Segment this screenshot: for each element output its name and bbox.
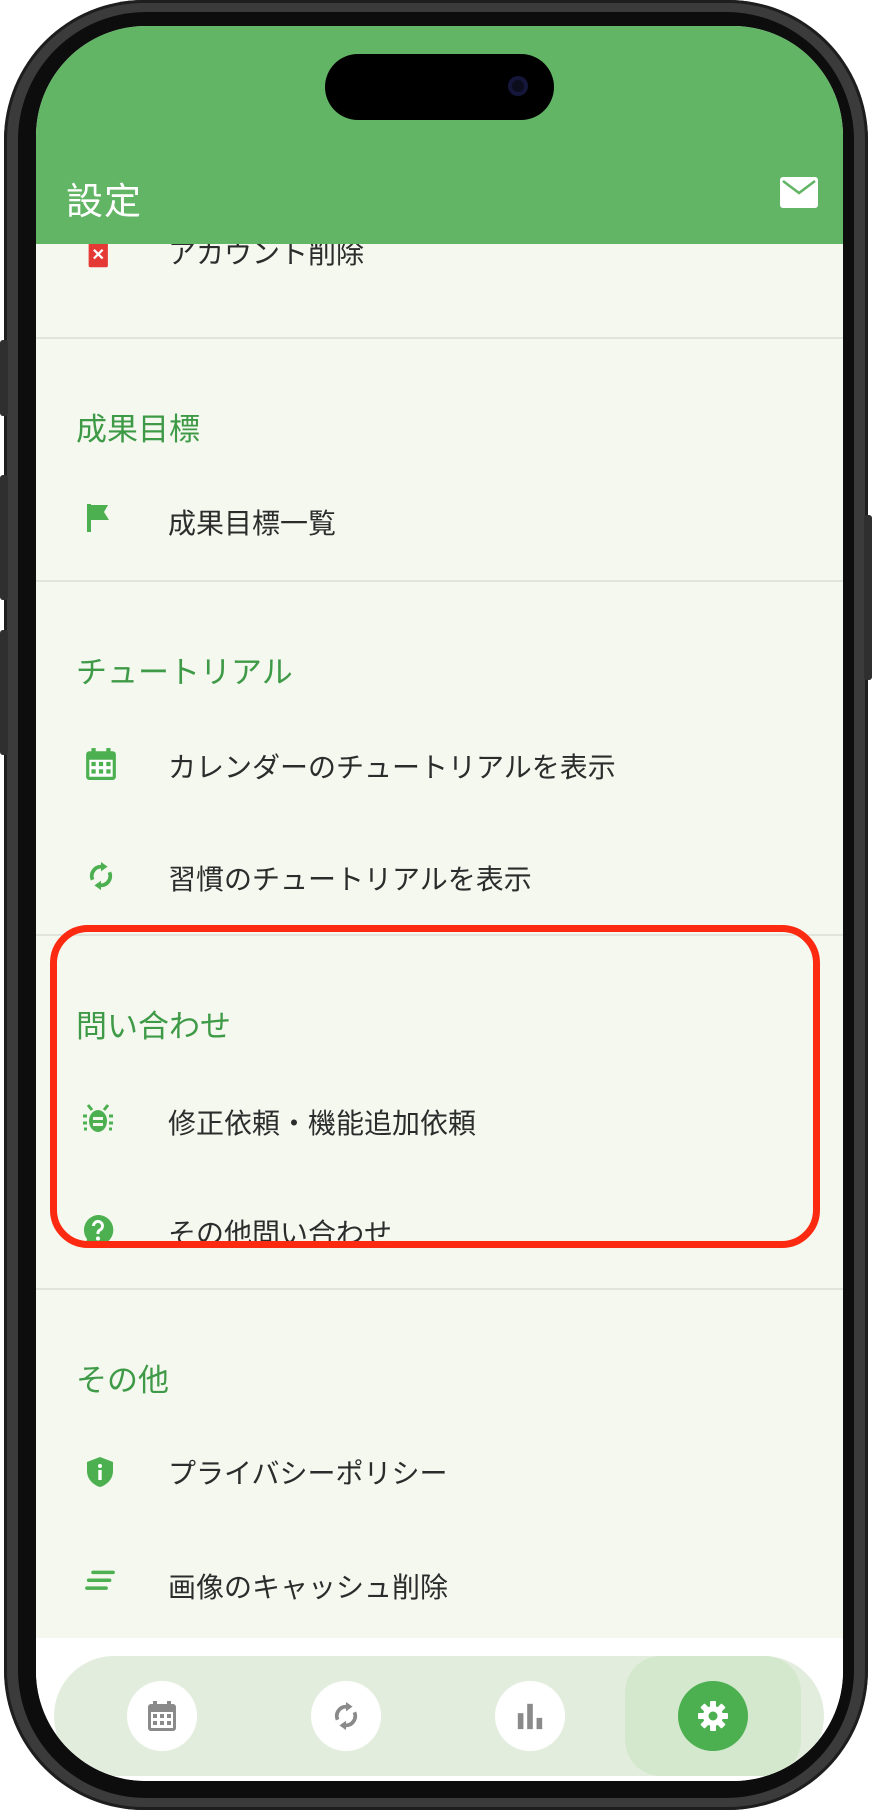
shield-icon xyxy=(87,1457,113,1487)
side-button xyxy=(0,340,8,416)
privacy-policy-item[interactable]: プライバシーポリシー xyxy=(36,1430,843,1522)
nav-item-settings[interactable] xyxy=(625,1656,801,1776)
habit-tutorial-label: 習慣のチュートリアルを表示 xyxy=(168,863,532,896)
divider xyxy=(36,1288,843,1290)
bottom-nav xyxy=(54,1656,824,1776)
nav-stats-button[interactable] xyxy=(495,1681,565,1751)
bar-chart-icon xyxy=(517,1703,543,1730)
sync-icon xyxy=(334,1701,358,1731)
habit-tutorial-item[interactable]: 習慣のチュートリアルを表示 xyxy=(36,834,843,926)
divider xyxy=(36,337,843,339)
section-title-goals: 成果目標 xyxy=(76,412,200,448)
dynamic-island xyxy=(325,54,554,120)
calendar-tutorial-label: カレンダーのチュートリアルを表示 xyxy=(168,751,616,784)
privacy-policy-label: プライバシーポリシー xyxy=(168,1457,448,1490)
highlight-box xyxy=(50,925,820,1248)
calendar-tutorial-item[interactable]: カレンダーのチュートリアルを表示 xyxy=(36,722,843,814)
side-button xyxy=(0,475,8,600)
bottom-nav-bar xyxy=(36,1638,843,1781)
nav-calendar-button[interactable] xyxy=(127,1681,197,1751)
side-button xyxy=(0,630,8,755)
phone-frame: 設定 アカウント削除 成果目標 成果目標一覧 チュートリアル カレンダーのチュー… xyxy=(0,0,872,1810)
goals-list-item[interactable]: 成果目標一覧 xyxy=(36,480,843,572)
goals-list-label: 成果目標一覧 xyxy=(168,507,337,540)
side-button xyxy=(864,515,872,680)
nav-item-calendar[interactable] xyxy=(82,1656,242,1776)
calendar-icon xyxy=(86,748,116,780)
clear-cache-icon xyxy=(85,1570,115,1590)
page-title: 設定 xyxy=(66,180,142,223)
divider xyxy=(36,580,843,582)
delete-account-icon xyxy=(88,241,108,268)
screen: 設定 アカウント削除 成果目標 成果目標一覧 チュートリアル カレンダーのチュー… xyxy=(36,26,843,1781)
sync-icon xyxy=(89,861,113,891)
gear-icon xyxy=(698,1701,728,1731)
clear-image-cache-item[interactable]: 画像のキャッシュ削除 xyxy=(36,1542,843,1634)
nav-habits-button[interactable] xyxy=(311,1681,381,1751)
section-title-tutorial: チュートリアル xyxy=(76,655,293,691)
nav-item-habits[interactable] xyxy=(266,1656,426,1776)
calendar-icon xyxy=(148,1701,176,1731)
section-title-other: その他 xyxy=(76,1363,169,1399)
flag-icon xyxy=(87,504,109,532)
mail-icon[interactable] xyxy=(780,177,818,208)
nav-settings-button[interactable] xyxy=(678,1681,748,1751)
camera-icon xyxy=(508,76,528,96)
nav-item-stats[interactable] xyxy=(450,1656,610,1776)
clear-image-cache-label: 画像のキャッシュ削除 xyxy=(168,1571,449,1604)
